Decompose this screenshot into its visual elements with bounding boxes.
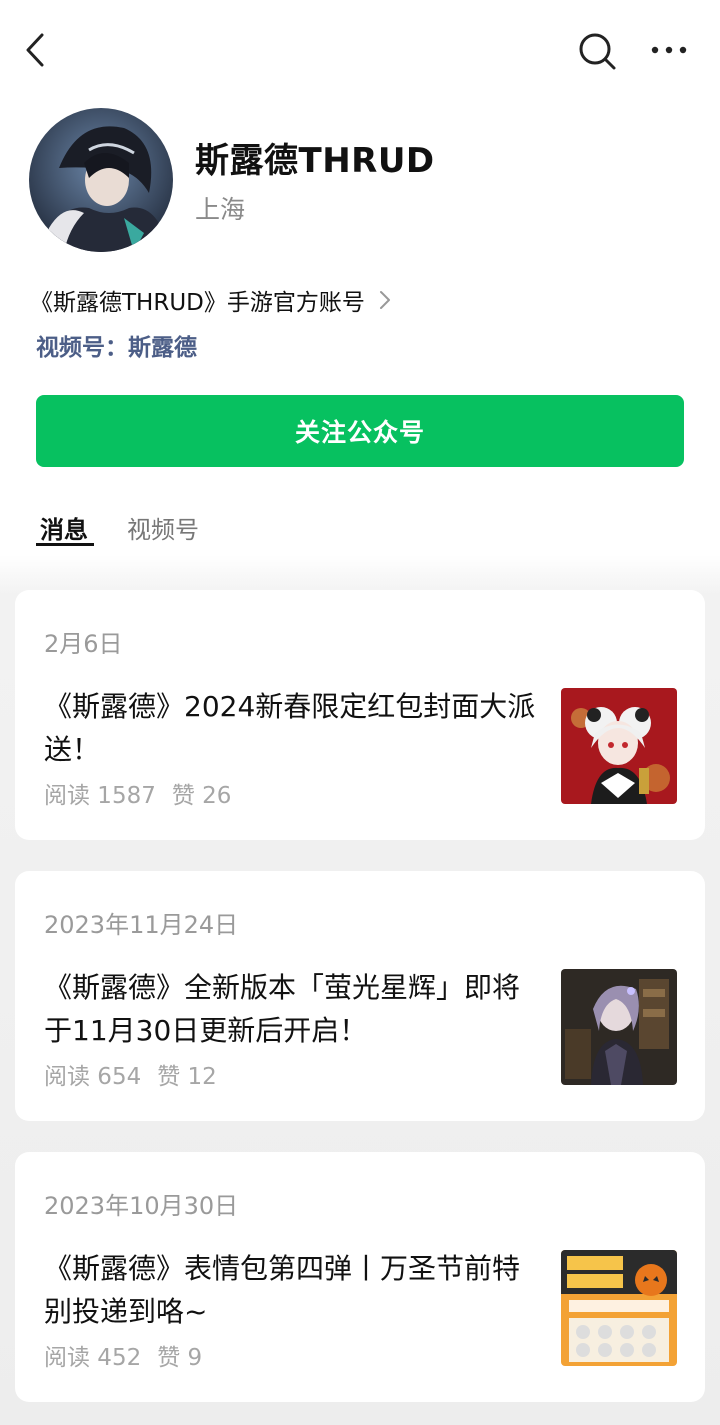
chevron-right-icon	[379, 290, 391, 310]
article-date: 2023年11月24日	[44, 911, 239, 939]
active-tab-indicator	[36, 543, 94, 546]
article-thumbnail	[561, 688, 677, 804]
search-icon[interactable]	[576, 30, 618, 72]
video-channel-link[interactable]: 视频号：斯露德	[36, 328, 197, 362]
chevron-left-icon[interactable]	[20, 30, 52, 70]
like-count: 赞 9	[157, 1345, 203, 1371]
account-description-text: 《斯露德THRUD》手游官方账号	[30, 290, 365, 316]
account-location: 上海	[195, 195, 246, 224]
article-title: 《斯露德》2024新春限定红包封面大派送！	[44, 690, 536, 766]
article-title: 《斯露德》全新版本「萤光星辉」即将于11月30日更新后开启！	[44, 971, 521, 1047]
avatar[interactable]	[29, 108, 173, 252]
article-card[interactable]: 2023年11月24日 《斯露德》全新版本「萤光星辉」即将于11月30日更新后开…	[15, 871, 705, 1121]
like-count: 赞 26	[171, 783, 232, 809]
read-count: 阅读 452	[44, 1345, 142, 1371]
tab-messages[interactable]: 消息	[40, 510, 88, 545]
article-stats: 阅读 452 赞 9	[44, 1338, 202, 1372]
more-dots-icon[interactable]	[648, 38, 690, 62]
official-account-page: 斯露德THRUD 上海 《斯露德THRUD》手游官方账号 视频号：斯露德 关注公…	[0, 0, 720, 1425]
top-bar	[0, 0, 720, 100]
article-thumbnail	[561, 969, 677, 1085]
article-stats: 阅读 1587 赞 26	[44, 776, 231, 810]
account-description[interactable]: 《斯露德THRUD》手游官方账号	[30, 283, 391, 317]
follow-button[interactable]: 关注公众号	[36, 395, 684, 467]
article-title: 《斯露德》表情包第四弹丨万圣节前特别投递到咯~	[44, 1252, 521, 1328]
tab-video-channel[interactable]: 视频号	[127, 510, 199, 545]
account-name: 斯露德THRUD	[195, 141, 435, 181]
article-card[interactable]: 2月6日 《斯露德》2024新春限定红包封面大派送！ 阅读 1587 赞 26	[15, 590, 705, 840]
article-date: 2月6日	[44, 630, 123, 658]
article-stats: 阅读 654 赞 12	[44, 1057, 217, 1091]
article-date: 2023年10月30日	[44, 1192, 239, 1220]
like-count: 赞 12	[157, 1064, 217, 1090]
read-count: 阅读 654	[44, 1064, 142, 1090]
tab-bar: 消息 视频号	[0, 500, 720, 560]
article-card[interactable]: 2023年10月30日 《斯露德》表情包第四弹丨万圣节前特别投递到咯~ 阅读 4…	[15, 1152, 705, 1402]
read-count: 阅读 1587	[44, 783, 156, 809]
article-thumbnail	[561, 1250, 677, 1366]
